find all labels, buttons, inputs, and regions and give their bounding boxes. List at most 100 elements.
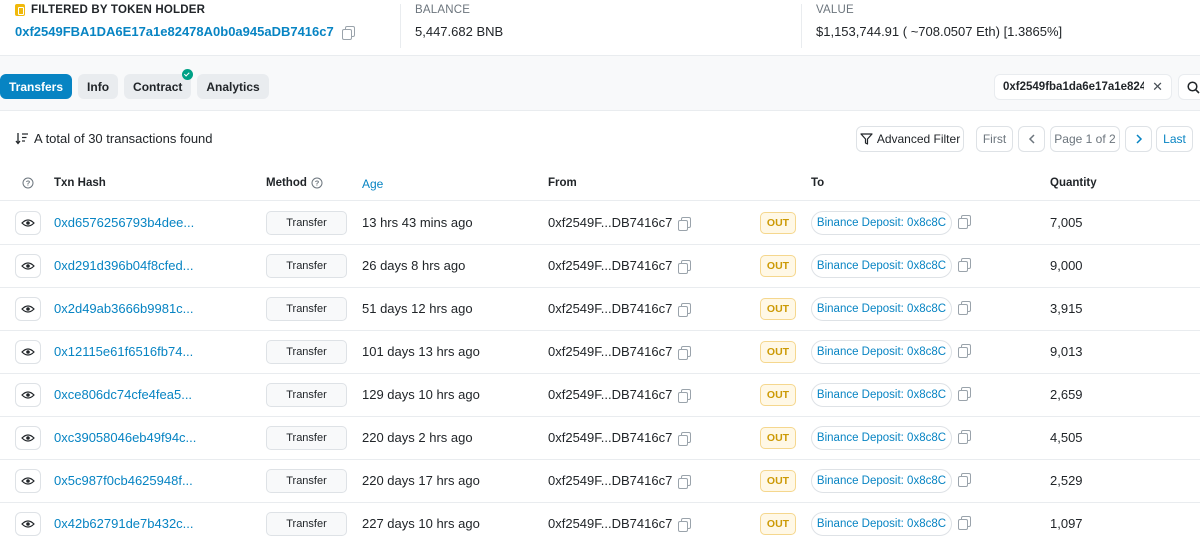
copy-icon[interactable]: [341, 25, 355, 40]
direction-badge: OUT: [760, 341, 796, 363]
svg-text:?: ?: [315, 179, 320, 188]
txn-hash-link[interactable]: 0x42b62791de7b432c...: [54, 516, 194, 531]
method-badge: Transfer: [266, 469, 347, 493]
txn-hash-link[interactable]: 0xc39058046eb49f94c...: [54, 430, 196, 445]
eye-icon: [21, 434, 35, 442]
value-label: VALUE: [816, 4, 854, 16]
from-address-text: 0xf2549F...DB7416c7: [548, 215, 673, 230]
copy-icon[interactable]: [678, 517, 692, 532]
age-text: 220 days 2 hrs ago: [362, 430, 473, 445]
direction-badge: OUT: [760, 470, 796, 492]
txn-hash-link[interactable]: 0xd6576256793b4dee...: [54, 215, 194, 230]
advanced-filter-button[interactable]: Advanced Filter: [856, 126, 964, 152]
transfers-panel: A total of 30 transactions found Advance…: [0, 110, 1200, 538]
age-text: 220 days 17 hrs ago: [362, 473, 480, 488]
method-badge: Transfer: [266, 254, 347, 278]
col-age[interactable]: Age: [362, 177, 383, 191]
tab-transfers[interactable]: Transfers: [0, 74, 73, 99]
from-address-text: 0xf2549F...DB7416c7: [548, 344, 673, 359]
from-address: 0xf2549F...DB7416c7: [548, 516, 692, 532]
copy-icon[interactable]: [958, 516, 971, 530]
table-row: 0x42b62791de7b432c... Transfer 227 days 10…: [0, 503, 1200, 538]
prev-page-button[interactable]: [1018, 126, 1045, 152]
copy-icon[interactable]: [958, 473, 971, 487]
holder-address-row: 0xf2549FBA1DA6E17a1e82478A0b0a945aDB7416…: [15, 24, 355, 40]
from-address: 0xf2549F...DB7416c7: [548, 430, 692, 446]
next-page-button[interactable]: [1125, 126, 1152, 152]
txn-hash-link[interactable]: 0x12115e61f6516fb74...: [54, 344, 193, 359]
divider: [801, 4, 802, 48]
token-holder-icon: [15, 4, 25, 16]
to-address-link[interactable]: Binance Deposit: 0x8c8C: [811, 254, 952, 278]
from-address: 0xf2549F...DB7416c7: [548, 301, 692, 317]
to-address-link[interactable]: Binance Deposit: 0x8c8C: [811, 426, 952, 450]
quantity-value: 3,915: [1050, 301, 1083, 316]
copy-icon[interactable]: [958, 215, 971, 229]
search-button[interactable]: [1178, 74, 1200, 100]
copy-icon[interactable]: [678, 388, 692, 403]
copy-icon[interactable]: [958, 387, 971, 401]
view-details-button[interactable]: [15, 297, 41, 321]
view-details-button[interactable]: [15, 340, 41, 364]
view-details-button[interactable]: [15, 254, 41, 278]
col-from: From: [548, 177, 577, 189]
from-address-text: 0xf2549F...DB7416c7: [548, 301, 673, 316]
to-address-link[interactable]: Binance Deposit: 0x8c8C: [811, 211, 952, 235]
eye-icon: [21, 520, 35, 528]
tab-analytics[interactable]: Analytics: [197, 74, 269, 99]
to-address-link[interactable]: Binance Deposit: 0x8c8C: [811, 512, 952, 536]
view-details-button[interactable]: [15, 426, 41, 450]
question-circle-icon: ?: [22, 177, 34, 189]
direction-badge: OUT: [760, 513, 796, 535]
table-row: 0xc39058046eb49f94c... Transfer 220 days 2…: [0, 417, 1200, 460]
question-circle-icon[interactable]: ?: [311, 177, 323, 189]
copy-icon[interactable]: [678, 216, 692, 231]
method-badge: Transfer: [266, 383, 347, 407]
direction-badge: OUT: [760, 427, 796, 449]
balance-label: BALANCE: [415, 4, 471, 16]
copy-icon[interactable]: [678, 259, 692, 274]
txn-hash-link[interactable]: 0x5c987f0cb4625948f...: [54, 473, 193, 488]
holder-section: FILTERED BY TOKEN HOLDER 0xf2549FBA1DA6E…: [15, 4, 355, 40]
close-icon[interactable]: ✕: [1152, 79, 1163, 95]
view-details-button[interactable]: [15, 383, 41, 407]
copy-icon[interactable]: [678, 345, 692, 360]
holder-address-link[interactable]: 0xf2549FBA1DA6E17a1e82478A0b0a945aDB7416…: [15, 24, 334, 39]
to-address-link[interactable]: Binance Deposit: 0x8c8C: [811, 340, 952, 364]
transaction-count: A total of 30 transactions found: [15, 131, 213, 146]
to-address-link[interactable]: Binance Deposit: 0x8c8C: [811, 383, 952, 407]
svg-text:?: ?: [26, 179, 31, 188]
age-text: 227 days 10 hrs ago: [362, 516, 480, 531]
from-address-text: 0xf2549F...DB7416c7: [548, 430, 673, 445]
view-details-button[interactable]: [15, 211, 41, 235]
view-details-button[interactable]: [15, 469, 41, 493]
copy-icon[interactable]: [958, 301, 971, 315]
quantity-value: 2,659: [1050, 387, 1083, 402]
from-address-text: 0xf2549F...DB7416c7: [548, 387, 673, 402]
txn-hash-link[interactable]: 0xce806dc74cfe4fea5...: [54, 387, 192, 402]
balance-section: BALANCE 5,447.682 BNB: [415, 4, 503, 39]
tab-info[interactable]: Info: [78, 74, 119, 99]
to-address-link[interactable]: Binance Deposit: 0x8c8C: [811, 469, 952, 493]
copy-icon[interactable]: [958, 344, 971, 358]
copy-icon[interactable]: [678, 474, 692, 489]
view-details-button[interactable]: [15, 512, 41, 536]
to-address-link[interactable]: Binance Deposit: 0x8c8C: [811, 297, 952, 321]
first-page-button[interactable]: First: [976, 126, 1013, 152]
last-page-button[interactable]: Last: [1156, 126, 1193, 152]
value-section: VALUE $1,153,744.91 ( ~708.0507 Eth) [1.…: [816, 4, 1062, 39]
direction-badge: OUT: [760, 298, 796, 320]
from-address: 0xf2549F...DB7416c7: [548, 215, 692, 231]
txn-hash-link[interactable]: 0x2d49ab3666b9981c...: [54, 301, 194, 316]
address-filter-chip[interactable]: 0xf2549fba1da6e17a1e824... ✕: [994, 74, 1172, 100]
tab-contract[interactable]: Contract: [124, 69, 194, 99]
filter-address: 0xf2549fba1da6e17a1e824...: [1003, 81, 1145, 93]
copy-icon[interactable]: [678, 302, 692, 317]
copy-icon[interactable]: [678, 431, 692, 446]
age-text: 13 hrs 43 mins ago: [362, 215, 473, 230]
copy-icon[interactable]: [958, 258, 971, 272]
age-text: 129 days 10 hrs ago: [362, 387, 480, 402]
copy-icon[interactable]: [958, 430, 971, 444]
quantity-value: 7,005: [1050, 215, 1083, 230]
txn-hash-link[interactable]: 0xd291d396b04f8cfed...: [54, 258, 194, 273]
